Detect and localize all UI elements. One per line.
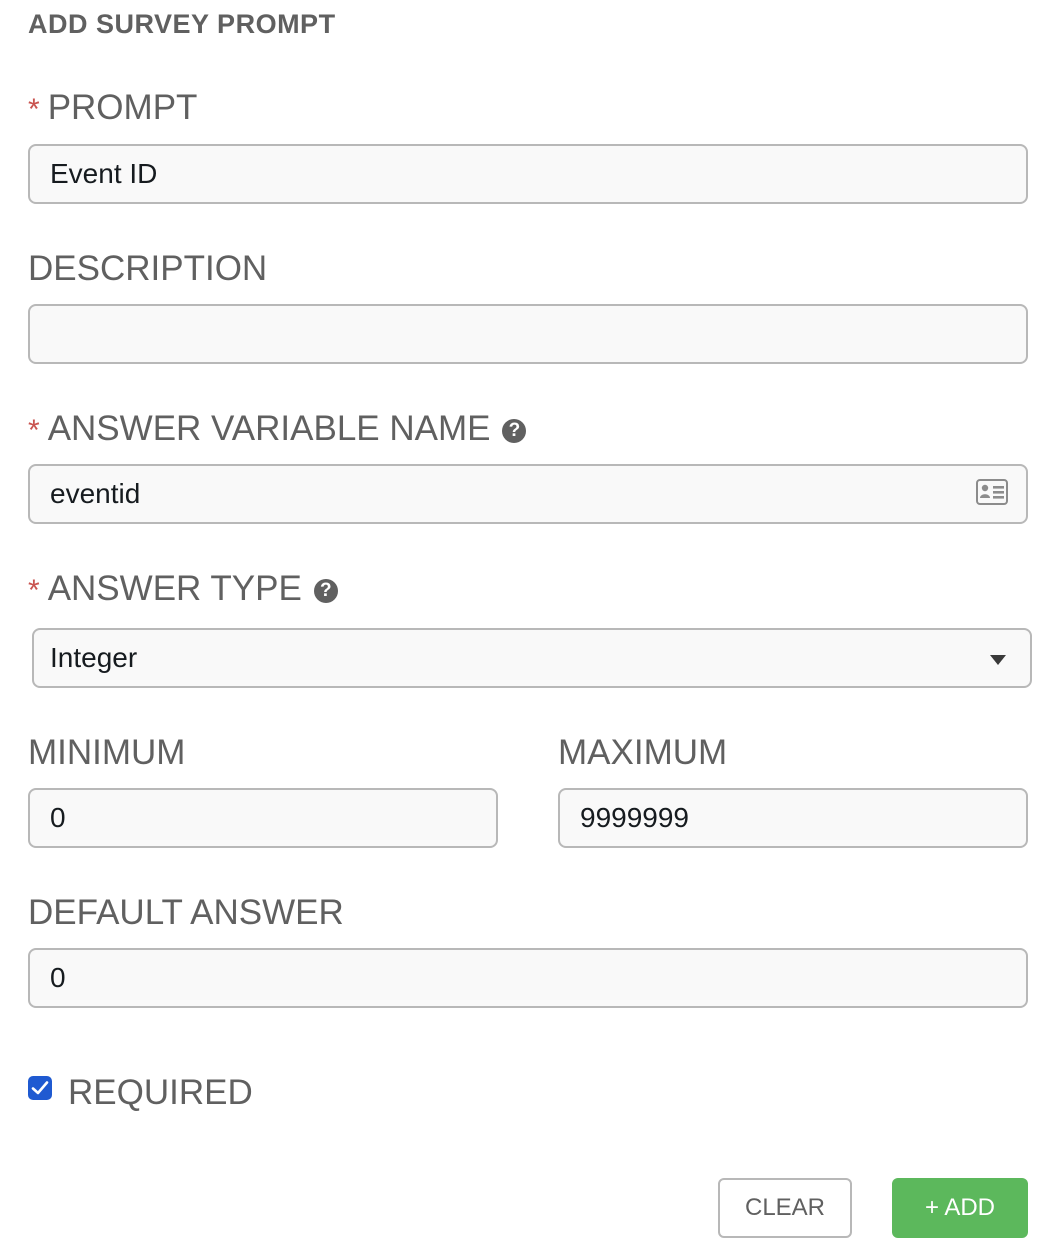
clear-button[interactable]: CLEAR [718,1178,852,1238]
maximum-label-row: MAXIMUM [558,733,727,773]
answer-variable-name-input[interactable] [28,464,1028,524]
answer-type-select[interactable]: Integer [32,628,1032,688]
question-circle-icon[interactable]: ? [313,579,338,603]
minimum-label-row: MINIMUM [28,733,185,773]
required-asterisk: * [28,414,40,447]
minimum-label: MINIMUM [28,733,186,772]
required-label: REQUIRED [68,1073,253,1112]
description-label: DESCRIPTION [28,249,268,288]
minimum-input[interactable] [28,788,498,848]
default-answer-input[interactable] [28,948,1028,1008]
form-title: ADD SURVEY PROMPT [28,9,336,39]
description-label-row: DESCRIPTION [28,249,267,289]
add-button[interactable]: + ADD [892,1178,1028,1238]
default-answer-label-row: DEFAULT ANSWER [28,893,344,933]
maximum-input[interactable] [558,788,1028,848]
required-asterisk: * [28,93,40,126]
required-checkbox[interactable] [28,1076,52,1100]
maximum-label: MAXIMUM [558,733,728,772]
required-asterisk: * [28,574,40,607]
answer-variable-name-label: ANSWER VARIABLE NAME [47,409,491,448]
description-input[interactable] [28,304,1028,364]
vcard-icon [976,479,1008,505]
question-circle-icon[interactable]: ? [502,419,527,443]
caret-down-icon [990,655,1006,665]
prompt-label-row: * PROMPT [28,88,197,128]
prompt-input[interactable] [28,144,1028,204]
answer-type-label: ANSWER TYPE [47,569,302,608]
answer-variable-name-wrapper [28,464,1028,524]
answer-type-label-row: * ANSWER TYPE ? [28,569,338,609]
answer-type-selected: Integer [50,642,138,673]
default-answer-label: DEFAULT ANSWER [28,893,344,932]
checkmark-icon [31,1081,49,1095]
answer-variable-name-label-row: * ANSWER VARIABLE NAME ? [28,409,527,449]
prompt-label: PROMPT [47,88,198,127]
